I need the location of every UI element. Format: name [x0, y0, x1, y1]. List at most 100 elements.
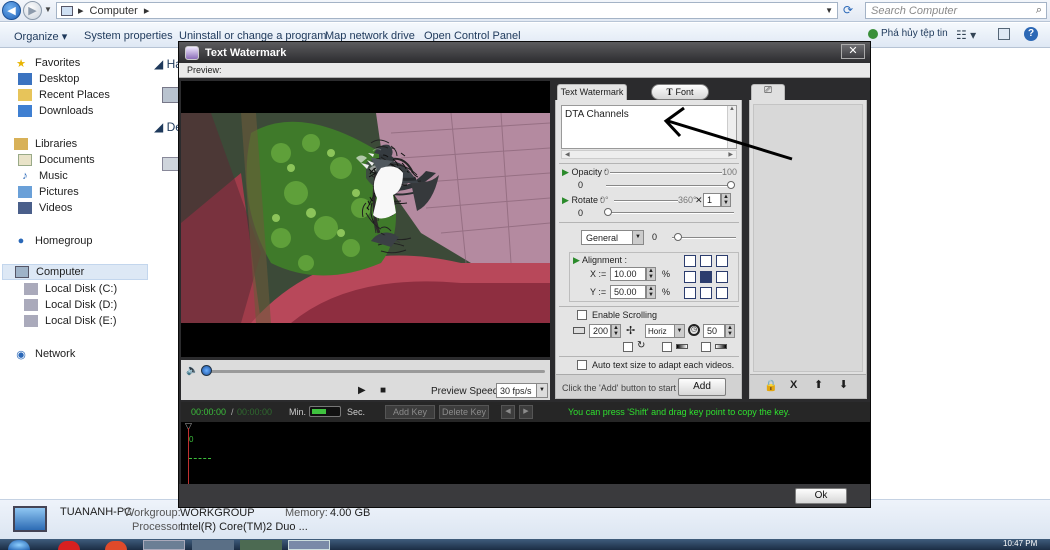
enable-scrolling-checkbox[interactable]	[577, 310, 587, 320]
add-button[interactable]: Add	[678, 378, 726, 396]
scroll-speed-spinner[interactable]: ▲ ▼	[725, 324, 735, 338]
scroll-fade-checkbox[interactable]	[662, 342, 672, 352]
sidebar-item-computer[interactable]: Computer	[2, 264, 148, 280]
delete-key-button[interactable]: Delete Key	[439, 405, 489, 419]
next-key-button[interactable]: ▶	[519, 405, 533, 419]
rotate-multiplier-input[interactable]: 1	[703, 193, 721, 207]
preview-pane-icon[interactable]	[998, 28, 1010, 40]
delete-icon[interactable]: X	[790, 379, 797, 391]
timeline-toolbar: 00:00:00 / 00:00:00 Min. Sec. Add Key De…	[181, 402, 870, 422]
rotate-slider[interactable]	[606, 212, 734, 214]
help-icon[interactable]: ?	[1024, 27, 1038, 41]
history-dropdown-icon[interactable]: ▼	[44, 5, 52, 14]
opacity-slider[interactable]	[606, 185, 734, 187]
align-top-right-button[interactable]	[716, 255, 728, 267]
network-icon: ◉	[16, 348, 26, 361]
opacity-knob[interactable]	[727, 181, 735, 189]
move-up-icon[interactable]: ⬆	[814, 378, 823, 391]
tab-text-watermark[interactable]: Text Watermark	[557, 84, 627, 100]
ok-button[interactable]: Ok	[795, 488, 847, 504]
volume-icon[interactable]: 🔈	[186, 365, 198, 376]
sidebar-item-desktop[interactable]: Desktop	[18, 71, 166, 87]
scroll-loop-checkbox[interactable]	[623, 342, 633, 352]
taskbar-app-icon[interactable]	[240, 540, 282, 550]
sidebar-item-music[interactable]: ♪ Music	[18, 168, 166, 184]
breadcrumb-computer[interactable]: Computer	[90, 5, 138, 17]
play-button[interactable]: ▶	[358, 385, 366, 396]
position-knob[interactable]	[674, 233, 682, 241]
move-down-icon[interactable]: ⬇	[839, 378, 848, 391]
zoom-knob[interactable]	[312, 409, 326, 414]
align-bottom-center-button[interactable]	[700, 287, 712, 299]
scroll-fade-out-checkbox[interactable]	[701, 342, 711, 352]
taskbar-app-icon[interactable]	[143, 540, 185, 550]
back-button[interactable]: ◀	[2, 1, 21, 20]
address-dropdown-icon[interactable]: ▼	[825, 6, 833, 15]
system-properties-button[interactable]: System properties	[84, 30, 173, 42]
scroll-length-input[interactable]: 200	[589, 324, 611, 338]
sidebar-item-pictures[interactable]: Pictures	[18, 184, 166, 200]
search-input[interactable]: Search Computer ⌕	[865, 2, 1047, 19]
auto-text-size-checkbox[interactable]	[577, 360, 587, 370]
sidebar-item-videos[interactable]: Videos	[18, 200, 166, 216]
start-button[interactable]	[8, 540, 30, 550]
align-middle-right-button[interactable]	[716, 271, 728, 283]
seek-bar[interactable]	[203, 370, 545, 373]
homegroup-icon: ●	[17, 235, 25, 247]
sidebar-item-homegroup[interactable]: ● Homegroup	[14, 233, 162, 249]
sidebar-item-recent-places[interactable]: Recent Places	[18, 87, 166, 103]
y-position-input[interactable]: 50.00	[610, 285, 646, 299]
align-bottom-left-button[interactable]	[684, 287, 696, 299]
align-bottom-right-button[interactable]	[716, 287, 728, 299]
refresh-icon[interactable]: ⟳	[843, 3, 853, 17]
scroll-direction-select[interactable]: Horiz ▼	[645, 324, 685, 338]
sidebar-item-downloads[interactable]: Downloads	[18, 103, 166, 119]
organize-button[interactable]: Organize ▾	[14, 30, 67, 43]
forward-button[interactable]: ▶	[23, 1, 42, 20]
opacity-track[interactable]	[610, 172, 722, 174]
taskbar-app-icon[interactable]	[58, 541, 80, 550]
drive-icon	[24, 283, 38, 295]
rotate-multiplier-spinner[interactable]: ▲ ▼	[721, 193, 731, 207]
align-top-center-button[interactable]	[700, 255, 712, 267]
chevron-down-icon: ▼	[674, 325, 684, 337]
sidebar-item-documents[interactable]: Documents	[18, 152, 166, 168]
alignment-label: ▶ Alignment :	[573, 255, 627, 265]
close-button[interactable]: ✕	[841, 44, 865, 59]
dialog-titlebar[interactable]: Text Watermark	[179, 42, 870, 63]
sidebar-item-favorites[interactable]: ★ Favorites	[14, 55, 162, 71]
tab-watermark-list[interactable]: ⎚	[751, 84, 785, 100]
lock-icon[interactable]: 🔒	[764, 379, 778, 392]
timeline-track[interactable]: ▽ 0	[181, 421, 870, 484]
sidebar-item-libraries[interactable]: Libraries	[14, 136, 162, 152]
tab-font[interactable]: T Font	[651, 84, 709, 100]
sidebar-item-network[interactable]: ◉ Network	[14, 346, 162, 362]
taskbar-app-icon[interactable]	[288, 540, 330, 550]
fade-out-icon	[715, 344, 727, 349]
shred-file-button[interactable]: Phá hủy tệp tin	[868, 28, 948, 39]
taskbar-app-icon[interactable]	[105, 541, 127, 550]
scroll-speed-input[interactable]: 50	[703, 324, 725, 338]
prev-key-button[interactable]: ◀	[501, 405, 515, 419]
x-position-spinner[interactable]: ▲ ▼	[646, 267, 656, 281]
clock[interactable]: 10:47 PM	[1003, 539, 1037, 548]
preview-speed-select[interactable]: 30 fps/s ▼	[496, 383, 548, 398]
x-position-input[interactable]: 10.00	[610, 267, 646, 281]
y-position-spinner[interactable]: ▲ ▼	[646, 285, 656, 299]
align-center-button[interactable]	[700, 271, 712, 283]
zoom-slider[interactable]	[309, 406, 341, 417]
add-key-button[interactable]: Add Key	[385, 405, 435, 419]
rotate-knob[interactable]	[604, 208, 612, 216]
rotate-track[interactable]	[614, 200, 678, 202]
address-field[interactable]: ▸ Computer ▸ ▼	[56, 2, 838, 19]
view-options-icon[interactable]: ☷ ▾	[956, 28, 976, 42]
position-mode-select[interactable]: General ▼	[581, 230, 644, 245]
timeline-hint: You can press 'Shift' and drag key point…	[568, 407, 791, 417]
scroll-length-spinner[interactable]: ▲ ▼	[611, 324, 621, 338]
seek-knob[interactable]	[201, 365, 212, 376]
align-middle-left-button[interactable]	[684, 271, 696, 283]
stop-button[interactable]: ■	[380, 385, 386, 396]
y-unit: %	[662, 287, 671, 297]
taskbar-app-icon[interactable]	[192, 540, 234, 550]
align-top-left-button[interactable]	[684, 255, 696, 267]
